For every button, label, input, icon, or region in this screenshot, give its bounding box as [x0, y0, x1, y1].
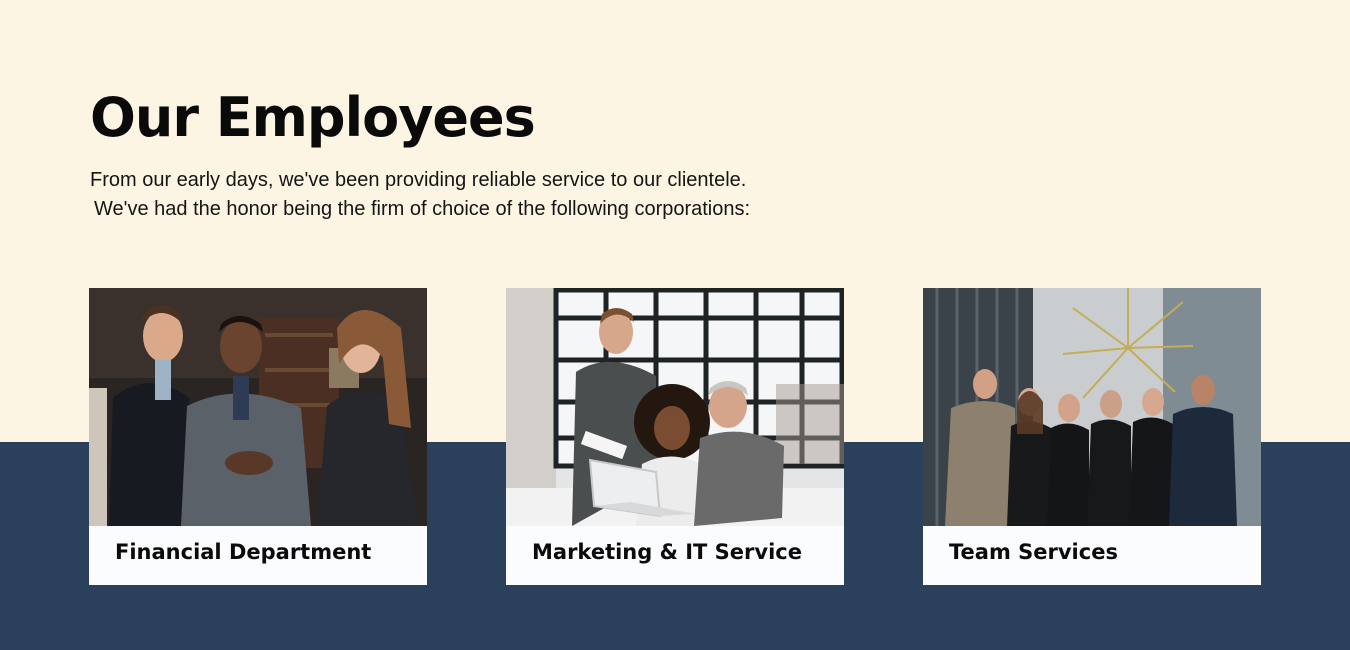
card-marketing-it-service[interactable]: Marketing & IT Service	[506, 288, 844, 585]
team-group-photo	[923, 288, 1261, 526]
office-team-laptop-photo	[506, 288, 844, 526]
section-intro: From our early days, we've been providin…	[90, 166, 850, 224]
business-meeting-photo	[89, 288, 427, 526]
card-label: Financial Department	[115, 540, 372, 564]
card-photo-marketing	[506, 288, 844, 526]
card-label: Marketing & IT Service	[532, 540, 802, 564]
card-photo-financial	[89, 288, 427, 526]
card-financial-department[interactable]: Financial Department	[89, 288, 427, 585]
section-title: Our Employees	[90, 86, 536, 149]
intro-line-1: From our early days, we've been providin…	[90, 169, 747, 191]
intro-line-2: We've had the honor being the firm of ch…	[94, 198, 751, 220]
card-photo-team	[923, 288, 1261, 526]
card-team-services[interactable]: Team Services	[923, 288, 1261, 585]
card-label: Team Services	[949, 540, 1118, 564]
